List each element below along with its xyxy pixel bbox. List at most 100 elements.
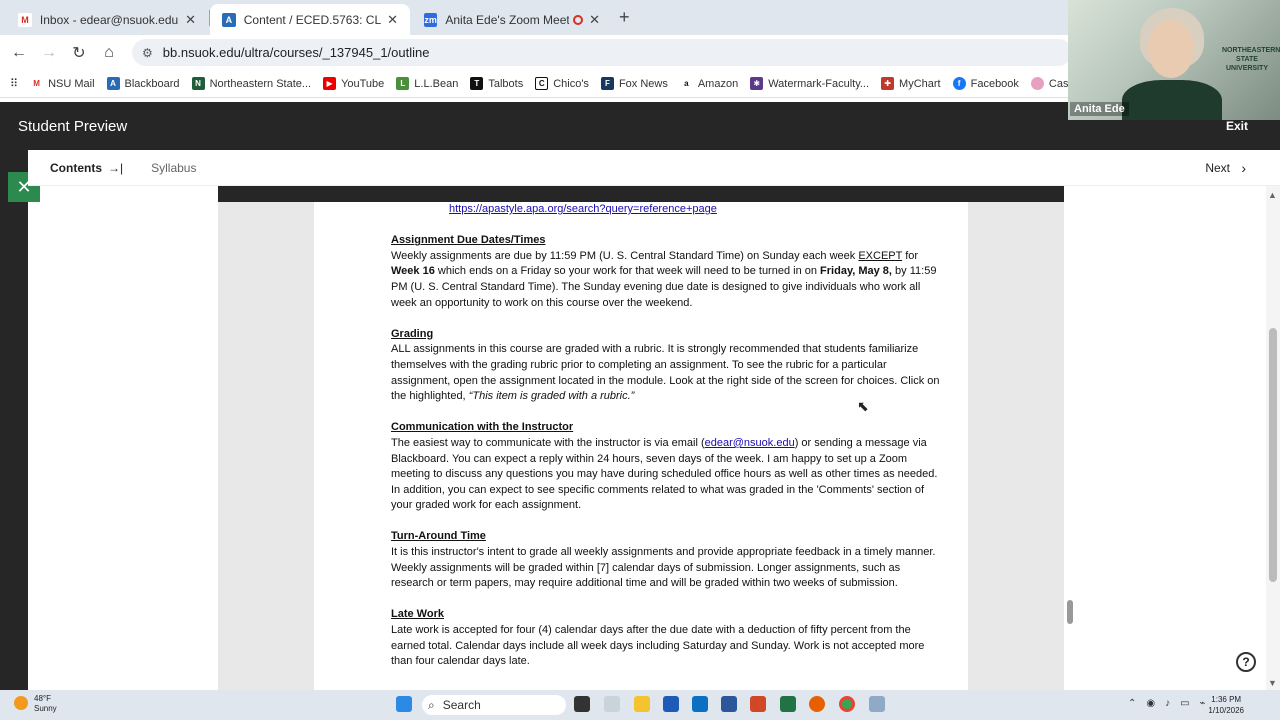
word-icon[interactable] <box>721 696 737 712</box>
scrollbar-thumb[interactable] <box>1269 328 1277 582</box>
scroll-up-icon[interactable]: ▲ <box>1268 190 1277 200</box>
chicos-icon: C <box>535 77 549 90</box>
home-icon[interactable]: ⌂ <box>94 44 124 62</box>
close-tab-icon[interactable]: ✕ <box>387 12 398 28</box>
powerpoint-icon[interactable] <box>750 696 766 712</box>
file-explorer-icon[interactable] <box>634 696 650 712</box>
bookmark-label: Blackboard <box>124 77 180 90</box>
bookmark-fox-news[interactable]: F Fox News <box>600 77 668 90</box>
chrome-icon[interactable] <box>839 696 855 712</box>
taskbar-search[interactable]: ⌕ Search <box>422 695 566 715</box>
exit-button[interactable]: Exit <box>1226 119 1248 133</box>
system-tray[interactable]: ⌃◉♪▭⌁ <box>1128 698 1216 709</box>
gmail-icon: M <box>18 12 32 27</box>
grading-heading: Grading <box>391 327 434 340</box>
bookmark-llbean[interactable]: L L.L.Bean <box>396 77 458 90</box>
weather-widget[interactable]: 48°F Sunny <box>14 694 57 714</box>
communication-heading: Communication with the Instructor <box>391 421 574 434</box>
weather-desc: Sunny <box>34 704 57 713</box>
task-view-icon[interactable] <box>574 696 590 712</box>
clock[interactable]: 1:36 PM 1/10/2026 <box>1208 694 1244 716</box>
tab-title: Anita Ede's Zoom Meeting <box>445 12 570 27</box>
apa-reference-link[interactable]: https://apastyle.apa.org/search?query=re… <box>449 203 717 215</box>
instructor-email-link[interactable]: edear@nsuok.edu <box>705 437 795 449</box>
participant-name: Anita Ede <box>1070 102 1129 116</box>
bookmark-label: Watermark-Faculty... <box>768 77 870 90</box>
communication-paragraph: The easiest way to communicate with the … <box>391 436 941 514</box>
bookmark-label: Fox News <box>618 77 668 90</box>
bookmark-youtube[interactable]: ▶ YouTube <box>323 77 384 90</box>
mychart-icon: ✚ <box>881 77 895 90</box>
bookmark-label: MyChart <box>899 77 941 90</box>
due-dates-heading: Assignment Due Dates/Times <box>391 234 546 247</box>
youtube-icon: ▶ <box>323 77 337 90</box>
firefox-icon[interactable] <box>809 696 825 712</box>
url-text: bb.nsuok.edu/ultra/courses/_137945_1/out… <box>162 45 430 60</box>
site-info-icon[interactable]: ⚙ <box>142 46 153 60</box>
syllabus-tab[interactable]: Syllabus <box>151 161 196 175</box>
bookmark-facebook[interactable]: f Facebook <box>952 77 1019 90</box>
close-tab-icon[interactable]: ✕ <box>589 12 600 28</box>
grading-paragraph: ALL assignments in this course are grade… <box>391 342 941 404</box>
due-week: Week 16 <box>391 265 435 278</box>
case-icon <box>1030 77 1044 90</box>
bookmark-talbots[interactable]: T Talbots <box>470 77 523 90</box>
bookmark-amazon[interactable]: a Amazon <box>679 77 738 90</box>
help-icon[interactable]: ? <box>1236 652 1256 672</box>
forward-icon[interactable]: → <box>34 44 64 62</box>
reload-icon[interactable]: ↻ <box>64 43 94 63</box>
due-for: for <box>905 249 919 262</box>
weather-temp: 48°F <box>34 694 51 703</box>
amazon-icon: a <box>679 77 693 90</box>
blackboard-icon: A <box>222 12 236 27</box>
clock-time: 1:36 PM <box>1211 695 1242 704</box>
back-icon[interactable]: ← <box>4 44 34 62</box>
document-viewer: https://apastyle.apa.org/search?query=re… <box>218 186 1064 690</box>
recording-icon <box>573 14 584 25</box>
blackboard-icon: A <box>106 77 120 90</box>
comm-text: The easiest way to communicate with the … <box>391 436 705 449</box>
scroll-down-icon[interactable]: ▼ <box>1268 678 1277 688</box>
tab-zoom[interactable]: zm Anita Ede's Zoom Meeting ✕ <box>412 4 612 35</box>
next-button[interactable]: Next <box>1205 161 1230 175</box>
turnaround-heading: Turn-Around Time <box>391 530 486 543</box>
zoom-video-tile[interactable]: NORTHEASTERN STATE UNIVERSITY Anita Ede <box>1068 0 1280 120</box>
due-except: EXCEPT <box>858 249 903 262</box>
viewer-scrollbar[interactable] <box>1067 600 1073 624</box>
bookmark-label: L.L.Bean <box>414 77 459 90</box>
chevron-right-icon[interactable]: › <box>1241 160 1246 176</box>
store-icon[interactable] <box>663 696 679 712</box>
watermark-icon: ✱ <box>750 77 764 90</box>
clock-date: 1/10/2026 <box>1208 706 1244 715</box>
dell-icon[interactable] <box>692 696 708 712</box>
bookmark-chicos[interactable]: C Chico's <box>535 77 589 90</box>
tab-content[interactable]: A Content / ECED.5763: CLASSRO ✕ <box>210 4 410 35</box>
tab-title: Content / ECED.5763: CLASSRO <box>243 12 382 27</box>
apps-icon[interactable]: ⠿ <box>10 77 18 90</box>
address-bar[interactable]: ⚙ bb.nsuok.edu/ultra/courses/_137945_1/o… <box>132 39 1072 66</box>
university-logo: NORTHEASTERN STATE UNIVERSITY <box>1222 47 1280 72</box>
search-icon: ⌕ <box>428 697 435 712</box>
participant-face <box>1148 20 1194 78</box>
new-tab-button[interactable]: + <box>619 7 630 28</box>
widgets-icon[interactable] <box>604 696 620 712</box>
bookmark-northeastern[interactable]: N Northeastern State... <box>191 77 312 90</box>
contents-tab[interactable]: Contents <box>50 161 102 175</box>
bookmark-mychart[interactable]: ✚ MyChart <box>881 77 941 90</box>
excel-icon[interactable] <box>780 696 796 712</box>
bookmark-label: Northeastern State... <box>209 77 312 90</box>
close-tab-icon[interactable]: ✕ <box>185 12 196 28</box>
bookmark-nsu-mail[interactable]: M NSU Mail <box>30 77 95 90</box>
content-nav-bar: Contents →| Syllabus Next › <box>28 150 1280 186</box>
windows-start-icon[interactable] <box>396 696 412 712</box>
tab-inbox[interactable]: M Inbox - edear@nsuok.edu - NS ✕ <box>6 4 208 35</box>
page-scrollbar[interactable]: ▲ ▼ <box>1266 186 1280 690</box>
llbean-icon: L <box>396 77 410 90</box>
late-work-paragraph: Late work is accepted for four (4) calen… <box>391 624 925 668</box>
bookmark-watermark[interactable]: ✱ Watermark-Faculty... <box>750 77 869 90</box>
snipping-tool-icon[interactable] <box>869 696 885 712</box>
bookmark-blackboard[interactable]: A Blackboard <box>106 77 180 90</box>
bookmark-label: Facebook <box>970 77 1019 90</box>
expand-panel-icon[interactable]: →| <box>108 161 123 175</box>
due-dates-paragraph: Weekly assignments are due by 11:59 PM (… <box>391 249 941 311</box>
